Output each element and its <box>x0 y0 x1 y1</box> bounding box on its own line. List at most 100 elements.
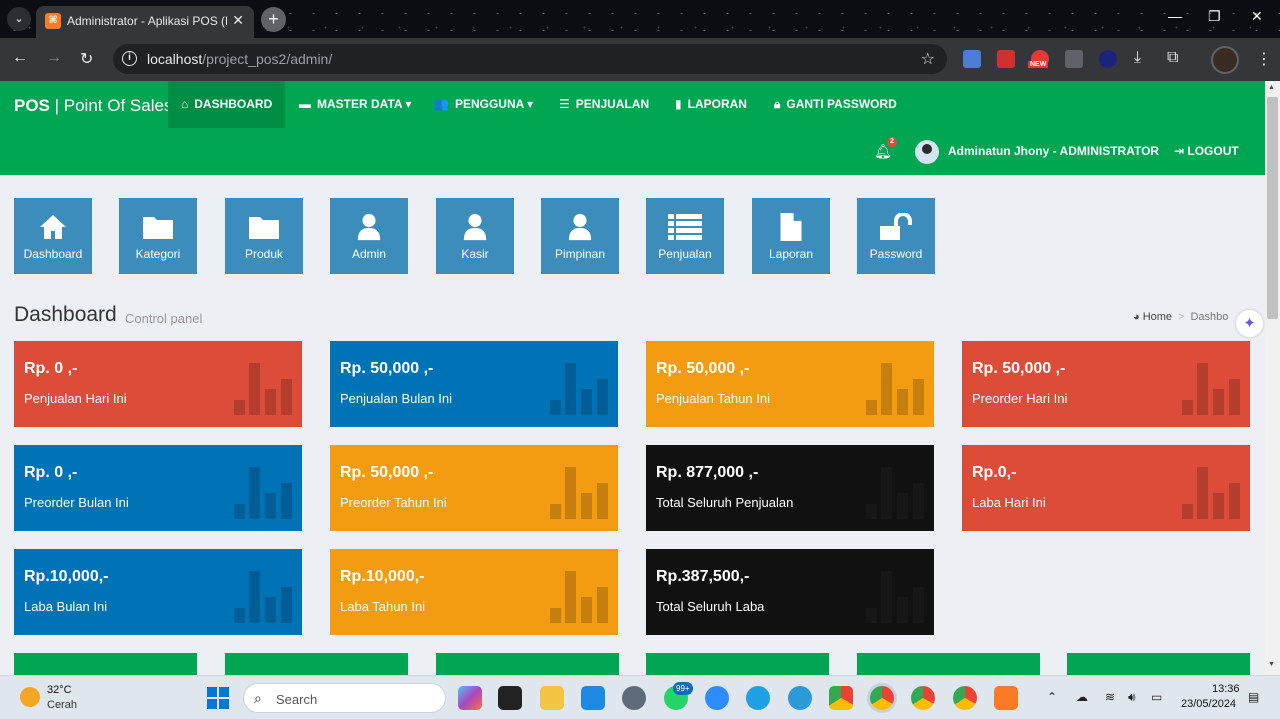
shortcut-kasir[interactable]: Kasir <box>436 198 514 274</box>
stat-box[interactable]: Rp.0,- Laba Hari Ini <box>962 445 1250 531</box>
tab-search-button[interactable]: ⌄ <box>7 7 31 31</box>
nav-laporan[interactable]: ▮ LAPORAN <box>662 81 760 128</box>
url-text[interactable]: localhost/project_pos2/admin/ <box>147 51 332 67</box>
clock-time[interactable]: 13:36 <box>1212 683 1240 695</box>
shortcut-dashboard[interactable]: Dashboard <box>14 198 92 274</box>
scrollbar-thumb[interactable] <box>1267 97 1278 319</box>
stat-label: Laba Hari Ini <box>972 495 1046 510</box>
back-icon[interactable]: ← <box>12 49 28 67</box>
nav-penjualan[interactable]: ☰ PENJUALAN <box>546 81 662 128</box>
xampp-icon[interactable] <box>994 686 1018 710</box>
profile-avatar[interactable] <box>1211 46 1239 74</box>
ms-store-icon[interactable] <box>581 686 605 710</box>
shortcut-penjualan[interactable]: Penjualan <box>646 198 724 274</box>
nav-label: GANTI PASSWORD <box>786 97 897 111</box>
users-icon: 👥 <box>434 97 449 111</box>
chrome-menu-icon[interactable]: ⋮ <box>1256 49 1272 69</box>
settings-gear-icon[interactable] <box>622 686 646 710</box>
nav-label: LAPORAN <box>687 97 747 111</box>
onedrive-icon[interactable]: ☁ <box>1076 690 1088 704</box>
taskbar-search[interactable]: ⌕ Search <box>243 683 446 713</box>
stat-box[interactable]: Rp. 877,000 ,- Total Seluruh Penjualan <box>646 445 934 531</box>
volume-icon[interactable]: 🔊︎ <box>1128 690 1136 705</box>
shortcut-label: Produk <box>244 247 284 261</box>
shortcut-laporan[interactable]: Laporan <box>752 198 830 274</box>
stat-box[interactable]: Rp.10,000,- Laba Bulan Ini <box>14 549 302 635</box>
shortcut-label: Password <box>869 247 923 261</box>
pdf-extension-icon[interactable] <box>997 50 1015 68</box>
tab-close-icon[interactable]: ✕ <box>232 12 244 29</box>
shortcut-kategori[interactable]: Kategori <box>119 198 197 274</box>
stat-box[interactable]: Rp. 0 ,- Penjualan Hari Ini <box>14 341 302 427</box>
edge-beta-icon[interactable] <box>788 686 812 710</box>
nav-label: MASTER DATA ▾ <box>317 97 412 111</box>
wifi-icon[interactable]: ≋ <box>1105 690 1115 704</box>
home-icon: ⌂ <box>181 97 189 111</box>
nav-master-data[interactable]: ▬ MASTER DATA ▾ <box>286 81 424 128</box>
chrome-profile-icon[interactable] <box>911 686 935 710</box>
user-avatar[interactable] <box>915 140 939 164</box>
reload-icon[interactable]: ↻ <box>80 49 93 69</box>
extension-grid-icon[interactable] <box>1065 50 1083 68</box>
weather-temp[interactable]: 32°C <box>47 684 72 696</box>
folder-icon <box>249 217 279 239</box>
battery-icon[interactable]: ▭ <box>1151 690 1162 704</box>
sparkle-icon[interactable]: ✦ <box>1236 310 1263 337</box>
chrome-active-icon[interactable] <box>870 686 894 710</box>
stat-box[interactable]: Rp. 50,000 ,- Penjualan Tahun Ini <box>646 341 934 427</box>
download-icon[interactable]: ⤓ <box>1134 49 1141 67</box>
browser-tab[interactable]: ⌘ Administrator - Aplikasi POS (P ✕ <box>36 6 254 38</box>
nav-ganti-password[interactable]: 🔒︎ GANTI PASSWORD <box>761 81 910 128</box>
zoom-icon[interactable] <box>705 686 729 710</box>
nav-dashboard[interactable]: ⌂ DASHBOARD <box>168 81 286 128</box>
translate-extension-icon[interactable] <box>963 50 981 68</box>
chrome-icon[interactable] <box>829 686 853 710</box>
shortcut-admin[interactable]: Admin <box>330 198 408 274</box>
notification-center-icon[interactable]: ▤ <box>1248 690 1259 704</box>
tray-chevron-icon[interactable]: ⌃ <box>1047 690 1057 704</box>
weather-sun-icon[interactable] <box>20 687 40 707</box>
shortcut-label: Penjualan <box>658 247 712 261</box>
restore-icon[interactable]: ❐ <box>1208 8 1221 25</box>
new-tab-button[interactable]: + <box>261 7 286 32</box>
file-explorer-icon[interactable] <box>540 686 564 710</box>
chrome-profile2-icon[interactable] <box>953 686 977 710</box>
logout-button[interactable]: ⇥ LOGOUT <box>1174 144 1239 158</box>
address-bar[interactable]: i localhost/project_pos2/admin/ ☆ <box>113 44 947 74</box>
bar-chart-icon <box>234 363 292 415</box>
bookmark-star-icon[interactable]: ☆ <box>921 49 935 69</box>
extension-s-icon[interactable] <box>1099 50 1117 68</box>
stat-box[interactable]: Rp.10,000,- Laba Tahun Ini <box>330 549 618 635</box>
shortcut-produk[interactable]: Produk <box>225 198 303 274</box>
shortcut-password[interactable]: Password <box>857 198 935 274</box>
task-view-icon[interactable] <box>498 686 522 710</box>
stat-box[interactable]: Rp. 0 ,- Preorder Bulan Ini <box>14 445 302 531</box>
stat-box[interactable]: Rp.387,500,- Total Seluruh Laba <box>646 549 934 635</box>
close-window-icon[interactable]: ✕ <box>1251 8 1263 25</box>
brand-text: | Point Of Sales <box>49 96 173 115</box>
copilot-icon[interactable] <box>458 686 482 710</box>
scroll-up-icon[interactable]: ▲ <box>1268 84 1275 91</box>
clock-date[interactable]: 23/05/2024 <box>1181 698 1236 710</box>
shortcut-pimpinan[interactable]: Pimpinan <box>541 198 619 274</box>
stat-amount: Rp. 50,000 ,- <box>340 360 434 377</box>
logout-label: LOGOUT <box>1187 144 1239 158</box>
minimize-icon[interactable]: — <box>1168 8 1182 24</box>
forward-icon[interactable]: → <box>46 49 62 67</box>
site-info-icon[interactable]: i <box>122 51 137 66</box>
stat-box[interactable]: Rp. 50,000 ,- Penjualan Bulan Ini <box>330 341 618 427</box>
user-menu[interactable]: Adminatun Jhony - ADMINISTRATOR <box>948 144 1159 158</box>
scroll-down-icon[interactable]: ▼ <box>1268 661 1275 668</box>
nav-label: PENJUALAN <box>575 97 650 111</box>
stat-box[interactable]: Rp. 50,000 ,- Preorder Hari Ini <box>962 341 1250 427</box>
green-box-partial <box>436 653 619 675</box>
stat-box[interactable]: Rp. 50,000 ,- Preorder Tahun Ini <box>330 445 618 531</box>
weather-condition[interactable]: Cerah <box>47 699 77 711</box>
nav-pengguna[interactable]: 👥 PENGGUNA ▾ <box>421 81 546 128</box>
stat-amount: Rp. 0 ,- <box>24 464 78 481</box>
extensions-puzzle-icon[interactable]: ⧉ <box>1167 49 1178 67</box>
brand-logo[interactable]: POS | Point Of Sales <box>14 96 172 116</box>
windows-start-icon[interactable] <box>207 687 229 709</box>
breadcrumb-home[interactable]: Home <box>1143 311 1172 323</box>
edge-icon[interactable] <box>746 686 770 710</box>
